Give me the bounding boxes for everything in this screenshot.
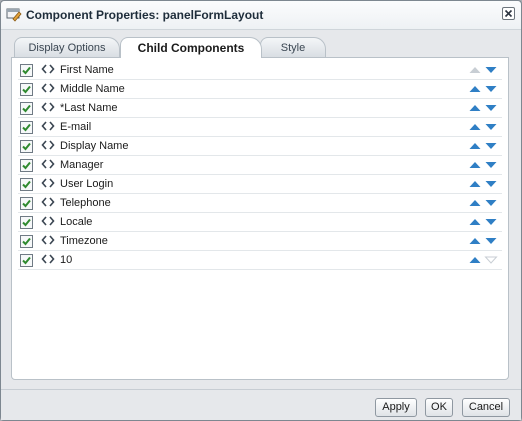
visibility-checkbox[interactable] bbox=[20, 102, 33, 115]
tab-child-components[interactable]: Child Components bbox=[120, 37, 262, 58]
child-component-label: Manager bbox=[60, 159, 104, 171]
move-up-icon[interactable] bbox=[468, 103, 482, 113]
child-components-panel: First Name Middle Name *Last Name E-mail Dis… bbox=[11, 57, 509, 380]
list-item: E-mail bbox=[18, 118, 502, 137]
move-down-icon[interactable] bbox=[484, 160, 498, 170]
list-item: Manager bbox=[18, 156, 502, 175]
list-item: *Last Name bbox=[18, 99, 502, 118]
move-up-icon[interactable] bbox=[468, 122, 482, 132]
checkmark-icon bbox=[22, 66, 31, 75]
checkmark-icon bbox=[22, 237, 31, 246]
move-down-icon[interactable] bbox=[484, 122, 498, 132]
tab-bar: Display Options Child Components Style bbox=[11, 37, 516, 58]
child-component-label: *Last Name bbox=[60, 102, 118, 114]
move-up-icon[interactable] bbox=[468, 179, 482, 189]
list-item: 10 bbox=[18, 251, 502, 270]
tab-label: Style bbox=[280, 42, 306, 54]
visibility-checkbox[interactable] bbox=[20, 197, 33, 210]
component-code-icon bbox=[41, 178, 55, 188]
checkmark-icon bbox=[22, 85, 31, 94]
child-component-label: 10 bbox=[60, 254, 73, 266]
visibility-checkbox[interactable] bbox=[20, 83, 33, 96]
checkmark-icon bbox=[22, 180, 31, 189]
tab-label: Display Options bbox=[28, 42, 106, 54]
checkmark-icon bbox=[22, 142, 31, 151]
move-up-icon[interactable] bbox=[468, 255, 482, 265]
list-item: Display Name bbox=[18, 137, 502, 156]
visibility-checkbox[interactable] bbox=[20, 216, 33, 229]
checkmark-icon bbox=[22, 256, 31, 265]
child-component-label: Middle Name bbox=[60, 83, 125, 95]
visibility-checkbox[interactable] bbox=[20, 235, 33, 248]
dialog-title: Component Properties: panelFormLayout bbox=[26, 8, 264, 22]
list-item: Timezone bbox=[18, 232, 502, 251]
child-component-label: Timezone bbox=[60, 235, 108, 247]
move-down-icon[interactable] bbox=[484, 84, 498, 94]
component-properties-icon bbox=[6, 8, 22, 22]
list-item: Telephone bbox=[18, 194, 502, 213]
ok-button[interactable]: OK bbox=[425, 398, 453, 417]
move-up-icon[interactable] bbox=[468, 198, 482, 208]
child-component-label: E-mail bbox=[60, 121, 92, 133]
checkmark-icon bbox=[22, 218, 31, 227]
visibility-checkbox[interactable] bbox=[20, 64, 33, 77]
visibility-checkbox[interactable] bbox=[20, 140, 33, 153]
child-component-label: Locale bbox=[60, 216, 93, 228]
component-code-icon bbox=[41, 254, 55, 264]
component-code-icon bbox=[41, 159, 55, 169]
checkmark-icon bbox=[22, 199, 31, 208]
list-item: First Name bbox=[18, 61, 502, 80]
move-down-icon[interactable] bbox=[484, 236, 498, 246]
dialog-titlebar: Component Properties: panelFormLayout bbox=[1, 1, 521, 30]
checkmark-icon bbox=[22, 104, 31, 113]
component-code-icon bbox=[41, 140, 55, 150]
move-down-icon[interactable] bbox=[484, 198, 498, 208]
child-component-label: Display Name bbox=[60, 140, 129, 152]
child-component-label: User Login bbox=[60, 178, 114, 190]
list-item: User Login bbox=[18, 175, 502, 194]
tab-display-options[interactable]: Display Options bbox=[14, 37, 120, 57]
component-code-icon bbox=[41, 102, 55, 112]
dialog-footer: Apply OK Cancel bbox=[1, 389, 521, 420]
move-down-icon[interactable] bbox=[484, 141, 498, 151]
checkmark-icon bbox=[22, 161, 31, 170]
move-up-icon[interactable] bbox=[468, 141, 482, 151]
visibility-checkbox[interactable] bbox=[20, 254, 33, 267]
move-down-icon[interactable] bbox=[484, 179, 498, 189]
close-icon bbox=[504, 9, 513, 18]
checkmark-icon bbox=[22, 123, 31, 132]
cancel-button[interactable]: Cancel bbox=[462, 398, 510, 417]
component-code-icon bbox=[41, 121, 55, 131]
component-code-icon bbox=[41, 83, 55, 93]
apply-button[interactable]: Apply bbox=[375, 398, 417, 417]
list-item: Locale bbox=[18, 213, 502, 232]
child-component-label: Telephone bbox=[60, 197, 111, 209]
move-up-icon[interactable] bbox=[468, 236, 482, 246]
move-up-icon[interactable] bbox=[468, 217, 482, 227]
visibility-checkbox[interactable] bbox=[20, 121, 33, 134]
move-down-icon[interactable] bbox=[484, 103, 498, 113]
move-up-icon[interactable] bbox=[468, 160, 482, 170]
visibility-checkbox[interactable] bbox=[20, 159, 33, 172]
move-up-icon bbox=[469, 67, 481, 73]
tab-style[interactable]: Style bbox=[260, 37, 326, 57]
move-down-icon[interactable] bbox=[484, 217, 498, 227]
component-code-icon bbox=[41, 64, 55, 74]
move-up-icon[interactable] bbox=[468, 84, 482, 94]
move-down-icon bbox=[484, 256, 498, 264]
component-code-icon bbox=[41, 216, 55, 226]
child-component-label: First Name bbox=[60, 64, 114, 76]
tab-label: Child Components bbox=[137, 41, 245, 55]
component-properties-dialog: Component Properties: panelFormLayout Di… bbox=[0, 0, 522, 421]
component-code-icon bbox=[41, 197, 55, 207]
visibility-checkbox[interactable] bbox=[20, 178, 33, 191]
component-code-icon bbox=[41, 235, 55, 245]
list-item: Middle Name bbox=[18, 80, 502, 99]
move-down-icon[interactable] bbox=[484, 65, 498, 75]
close-button[interactable] bbox=[502, 7, 515, 20]
